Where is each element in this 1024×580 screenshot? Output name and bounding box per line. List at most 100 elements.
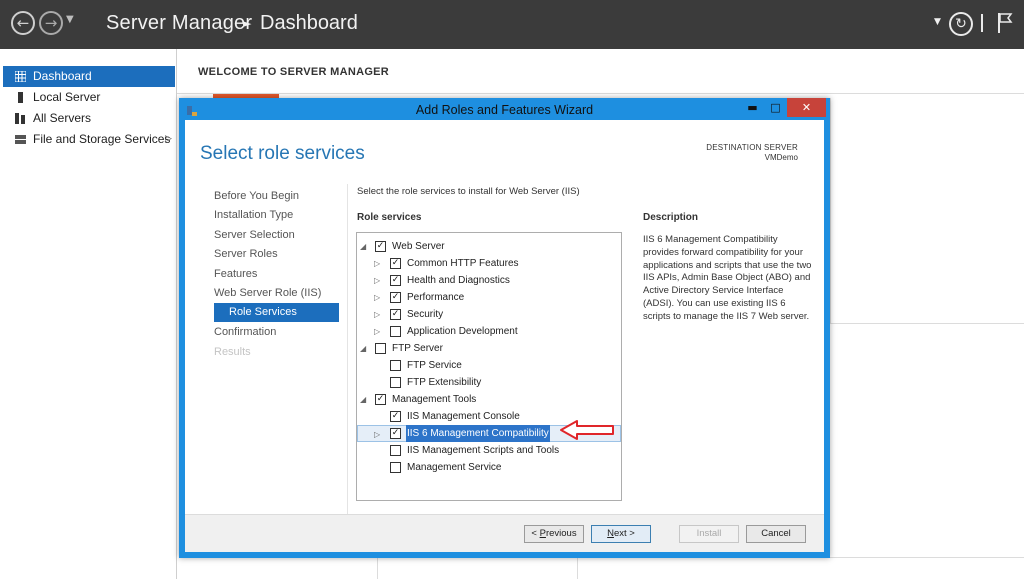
submenu-arrow-icon: ▷ — [165, 134, 172, 144]
refresh-icon[interactable]: ↻ — [949, 12, 973, 36]
checkbox-unchecked[interactable] — [390, 360, 401, 371]
tree-item-label: IIS Management Console — [407, 411, 520, 422]
tree-item-label: IIS Management Scripts and Tools — [407, 445, 560, 456]
destination-server-value: VMDemo — [764, 153, 798, 162]
step-installation-type[interactable]: Installation Type — [214, 209, 293, 221]
sidebar: Dashboard Local Server All Servers File … — [0, 49, 177, 579]
checkbox-checked[interactable]: ✓ — [390, 292, 401, 303]
install-button[interactable]: Install — [679, 525, 739, 543]
collapsed-icon[interactable]: ▷ — [374, 306, 380, 323]
step-server-roles[interactable]: Server Roles — [214, 248, 278, 260]
step-role-services[interactable]: Role Services — [214, 303, 339, 322]
annotation-arrow-icon — [560, 420, 614, 440]
tree-item-management-tools[interactable]: ◢ ✓ Management Tools — [357, 391, 621, 408]
step-server-selection[interactable]: Server Selection — [214, 229, 295, 241]
step-web-server-role[interactable]: Web Server Role (IIS) — [214, 287, 321, 299]
sidebar-item-label: Local Server — [33, 90, 101, 104]
tree-item-label: FTP Server — [392, 343, 443, 354]
checkbox-unchecked[interactable] — [390, 462, 401, 473]
checkbox-checked[interactable]: ✓ — [375, 394, 386, 405]
tree-item-management-service[interactable]: Management Service — [357, 459, 621, 476]
expanded-icon[interactable]: ◢ — [360, 391, 366, 408]
servers-icon — [15, 113, 25, 124]
tree-item-label: Health and Diagnostics — [407, 275, 510, 286]
toolbar-divider — [981, 14, 983, 32]
instruction-text: Select the role services to install for … — [357, 186, 580, 197]
tree-item-label: FTP Extensibility — [407, 377, 482, 388]
tree-item-iis-management-scripts[interactable]: IIS Management Scripts and Tools — [357, 442, 621, 459]
checkbox-unchecked[interactable] — [390, 326, 401, 337]
next-button[interactable]: Next > — [591, 525, 651, 543]
close-button[interactable]: ✕ — [787, 98, 826, 117]
collapsed-icon[interactable]: ▷ — [374, 289, 380, 306]
step-confirmation[interactable]: Confirmation — [214, 326, 276, 338]
step-label: Role Services — [229, 306, 297, 318]
checkbox-checked[interactable]: ✓ — [375, 241, 386, 252]
sidebar-item-file-storage[interactable]: File and Storage Services ▷ — [3, 129, 175, 150]
server-icon — [18, 92, 23, 103]
tree-item-label: Security — [407, 309, 444, 320]
tree-item-security[interactable]: ▷ ✓ Security — [357, 306, 621, 323]
breadcrumb-separator-icon: ► — [243, 17, 252, 30]
expanded-icon[interactable]: ◢ — [360, 238, 366, 255]
tree-item-label: Performance — [407, 292, 465, 303]
checkbox-checked[interactable]: ✓ — [390, 428, 401, 439]
title-bar: ← → ▼ Server Manager ► Dashboard ▼ ↻ — [0, 0, 1024, 49]
sidebar-item-label: All Servers — [33, 111, 92, 125]
expanded-icon[interactable]: ◢ — [360, 340, 366, 357]
collapsed-icon[interactable]: ▷ — [374, 272, 380, 289]
button-label: < — [531, 528, 540, 539]
nav-history-dropdown-icon[interactable]: ▼ — [66, 14, 74, 25]
cancel-button[interactable]: Cancel — [746, 525, 806, 543]
tree-item-common-http[interactable]: ▷ ✓ Common HTTP Features — [357, 255, 621, 272]
welcome-heading: WELCOME TO SERVER MANAGER — [198, 66, 390, 78]
tree-item-web-server[interactable]: ◢ ✓ Web Server — [357, 238, 621, 255]
checkbox-checked[interactable]: ✓ — [390, 411, 401, 422]
background-panel — [830, 98, 1024, 324]
step-before-you-begin[interactable]: Before You Begin — [214, 190, 299, 202]
breadcrumb-page: Dashboard — [260, 12, 358, 34]
wizard-footer: < Previous Next > Install Cancel — [185, 514, 824, 552]
tree-item-ftp-server[interactable]: ◢ FTP Server — [357, 340, 621, 357]
checkbox-unchecked[interactable] — [390, 377, 401, 388]
checkbox-unchecked[interactable] — [375, 343, 386, 354]
button-label: revious — [545, 528, 577, 539]
checkbox-checked[interactable]: ✓ — [390, 309, 401, 320]
checkbox-checked[interactable]: ✓ — [390, 275, 401, 286]
maximize-icon: □ — [770, 101, 781, 114]
collapsed-icon[interactable]: ▷ — [374, 323, 380, 340]
tree-item-ftp-extensibility[interactable]: FTP Extensibility — [357, 374, 621, 391]
checkbox-unchecked[interactable] — [390, 445, 401, 456]
add-roles-wizard-window[interactable]: Add Roles and Features Wizard ▬ □ ✕ Sele… — [179, 98, 830, 558]
description-label: Description — [643, 212, 699, 223]
tree-item-performance[interactable]: ▷ ✓ Performance — [357, 289, 621, 306]
arrow-left-icon: ← — [16, 14, 30, 32]
button-label: N — [607, 528, 614, 539]
forward-button[interactable]: → — [39, 11, 63, 35]
step-features[interactable]: Features — [214, 268, 257, 280]
collapsed-icon[interactable]: ▷ — [374, 426, 380, 443]
refresh-dropdown-icon[interactable]: ▼ — [934, 17, 941, 27]
tree-item-label: Management Tools — [392, 394, 477, 405]
checkbox-checked[interactable]: ✓ — [390, 258, 401, 269]
back-button[interactable]: ← — [11, 11, 35, 35]
sidebar-item-dashboard[interactable]: Dashboard — [3, 66, 175, 87]
previous-button[interactable]: < Previous — [524, 525, 584, 543]
sidebar-item-all-servers[interactable]: All Servers — [3, 108, 175, 129]
wizard-title: Add Roles and Features Wizard — [415, 103, 594, 117]
divider — [577, 558, 578, 579]
description-text: IIS 6 Management Compatibility provides … — [643, 234, 812, 322]
flag-icon[interactable] — [997, 13, 1013, 33]
role-services-tree[interactable]: ◢ ✓ Web Server ▷ ✓ Common HTTP Features … — [356, 232, 622, 501]
minimize-button[interactable]: ▬ — [741, 98, 764, 117]
tree-item-health-diagnostics[interactable]: ▷ ✓ Health and Diagnostics — [357, 272, 621, 289]
app-title: Server Manager — [106, 12, 253, 34]
dashboard-grid-icon — [15, 71, 26, 82]
tree-item-ftp-service[interactable]: FTP Service — [357, 357, 621, 374]
collapsed-icon[interactable]: ▷ — [374, 255, 380, 272]
page-title: Select role services — [200, 143, 365, 164]
arrow-right-icon: → — [44, 14, 58, 32]
maximize-button[interactable]: □ — [764, 98, 787, 117]
sidebar-item-local-server[interactable]: Local Server — [3, 87, 175, 108]
tree-item-application-development[interactable]: ▷ Application Development — [357, 323, 621, 340]
